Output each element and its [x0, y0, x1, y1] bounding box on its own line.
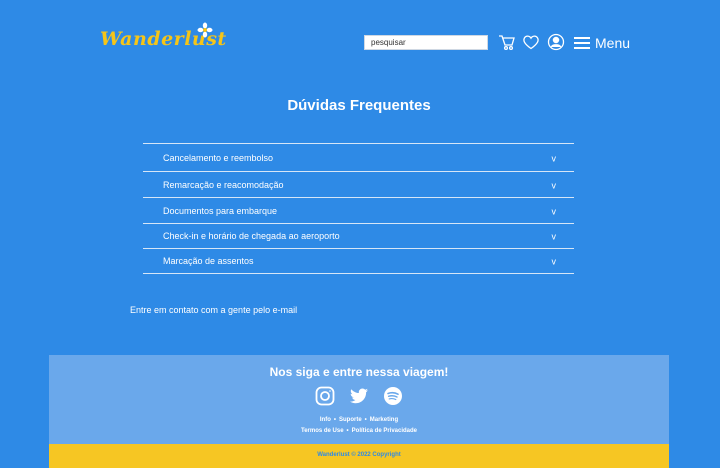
footer-link-termos[interactable]: Termos de Use [301, 428, 344, 434]
user-icon[interactable] [547, 33, 565, 51]
faq-item[interactable]: Check-in e horário de chegada ao aeropor… [143, 224, 574, 249]
footer-separator: • [364, 417, 367, 423]
instagram-icon[interactable] [315, 386, 335, 406]
chevron-down-icon[interactable]: v [552, 257, 557, 267]
footer-link-privacidade[interactable]: Política de Privacidade [352, 428, 417, 434]
twitter-icon[interactable] [349, 386, 369, 406]
footer-separator: • [346, 428, 349, 434]
footer-separator: • [333, 417, 336, 423]
faq-question: Check-in e horário de chegada ao aeropor… [163, 231, 340, 241]
footer-title: Nos siga e entre nessa viagem! [269, 365, 449, 379]
footer-links-row-2: Termos de Use • Política de Privacidade [49, 428, 669, 434]
copyright-text: Wanderlust © 2022 Copyright [317, 452, 401, 458]
faq-question: Remarcação e reacomodação [163, 179, 284, 190]
chevron-down-icon[interactable]: v [552, 206, 557, 216]
spotify-icon[interactable] [383, 386, 403, 406]
footer-links-row-1: Info • Suporte • Marketing [49, 417, 669, 423]
footer-link-marketing[interactable]: Marketing [370, 417, 398, 423]
faq-question: Marcação de assentos [163, 256, 254, 266]
heart-icon[interactable] [522, 33, 540, 51]
wanderlust-logo[interactable]: Wanderlust [100, 22, 226, 56]
page-title: Dúvidas Frequentes [287, 97, 431, 114]
contact-text: Entre em contato com a gente pelo e-mail [130, 305, 298, 315]
faq-list: Cancelamento e reembolso v Remarcação e … [143, 143, 574, 274]
faq-item[interactable]: Documentos para embarque v [143, 198, 574, 224]
faq-question: Cancelamento e reembolso [163, 152, 274, 163]
site-footer: Nos siga e entre nessa viagem! Info • Supo… [49, 355, 669, 468]
search-input[interactable] [364, 35, 488, 50]
flower-icon [197, 22, 213, 38]
chevron-down-icon[interactable]: v [552, 153, 557, 163]
copyright-bar: Wanderlust © 2022 Copyright [49, 444, 669, 468]
footer-link-info[interactable]: Info [320, 417, 331, 423]
menu-button[interactable]: Menu [574, 35, 630, 51]
chevron-down-icon[interactable]: v [552, 232, 557, 242]
faq-item[interactable]: Marcação de assentos v [143, 249, 574, 274]
site-header: Wanderlust Menu [0, 0, 720, 80]
social-links [49, 386, 669, 406]
faq-item[interactable]: Cancelamento e reembolso v [143, 144, 574, 172]
menu-label: Menu [595, 35, 631, 51]
chevron-down-icon[interactable]: v [552, 180, 557, 190]
footer-link-suporte[interactable]: Suporte [339, 417, 362, 423]
faq-item[interactable]: Remarcação e reacomodação v [143, 172, 574, 198]
shopping-cart-icon[interactable] [498, 33, 516, 51]
hamburger-icon [574, 37, 590, 49]
faq-question: Documentos para embarque [163, 205, 278, 216]
